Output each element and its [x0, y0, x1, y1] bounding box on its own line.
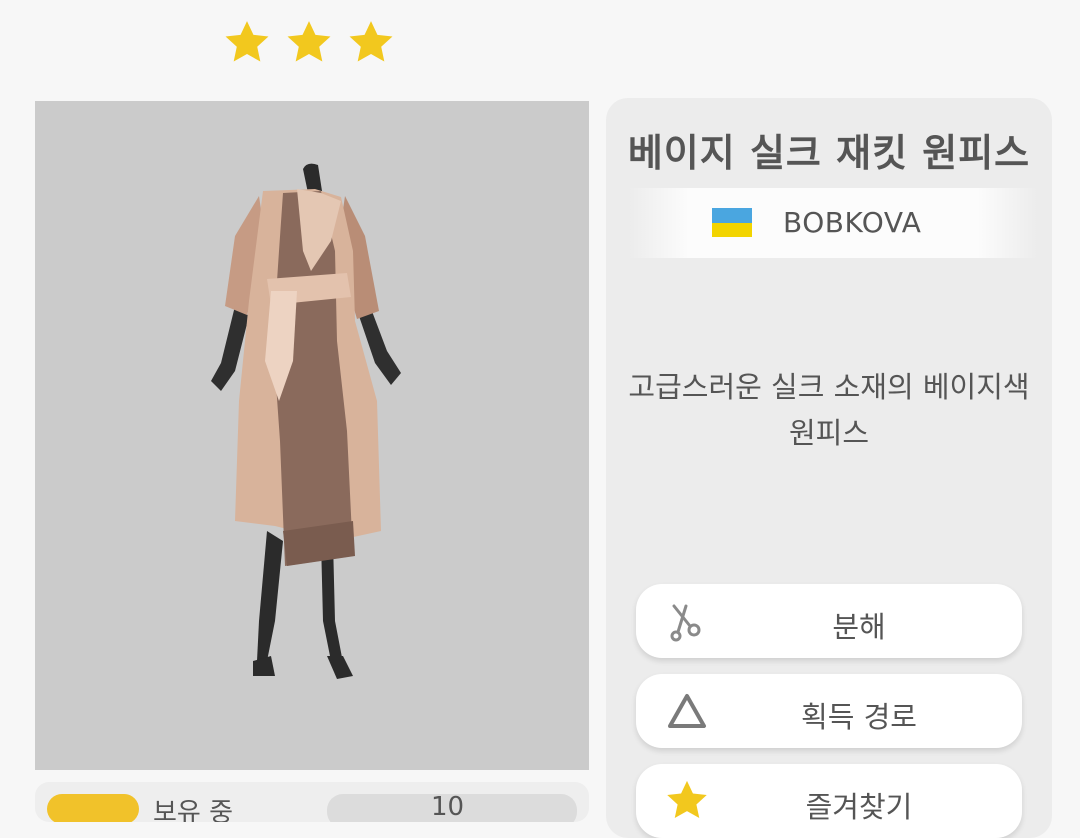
owned-count: 10: [431, 792, 465, 822]
star-icon: [284, 18, 334, 68]
star-rating: [222, 18, 396, 68]
outfit-preview[interactable]: [35, 101, 589, 770]
description-line: 원피스: [788, 416, 870, 450]
owned-label: 보유 중: [153, 798, 234, 822]
acquire-path-button[interactable]: 획득 경로: [636, 674, 1022, 748]
inventory-badge: [47, 794, 139, 822]
disassemble-button[interactable]: 분해: [636, 584, 1022, 658]
item-name: 베이지 실크 재킷 원피스: [627, 131, 1031, 175]
owned-count-box: 10: [327, 792, 577, 822]
description-line: 고급스러운 실크 소재의 베이지색: [628, 370, 1030, 404]
item-description: 고급스러운 실크 소재의 베이지색 원피스: [616, 364, 1042, 456]
dress-on-mannequin-image: [211, 163, 401, 679]
ukraine-flag-icon: [712, 208, 752, 237]
item-info-panel: 베이지 실크 재킷 원피스 BOBKOVA 고급스러운 실크 소재의 베이지색 …: [606, 98, 1052, 838]
inventory-bar: 보유 중 10: [35, 782, 589, 822]
designer-row[interactable]: BOBKOVA: [628, 188, 1038, 258]
designer-name: BOBKOVA: [783, 206, 922, 239]
star-icon: [222, 18, 272, 68]
favorite-label: 즐겨찾기: [805, 790, 913, 824]
favorite-button[interactable]: 즐겨찾기: [636, 764, 1022, 838]
star-icon: [346, 18, 396, 68]
acquire-path-label: 획득 경로: [801, 700, 917, 734]
disassemble-label: 분해: [832, 610, 886, 644]
